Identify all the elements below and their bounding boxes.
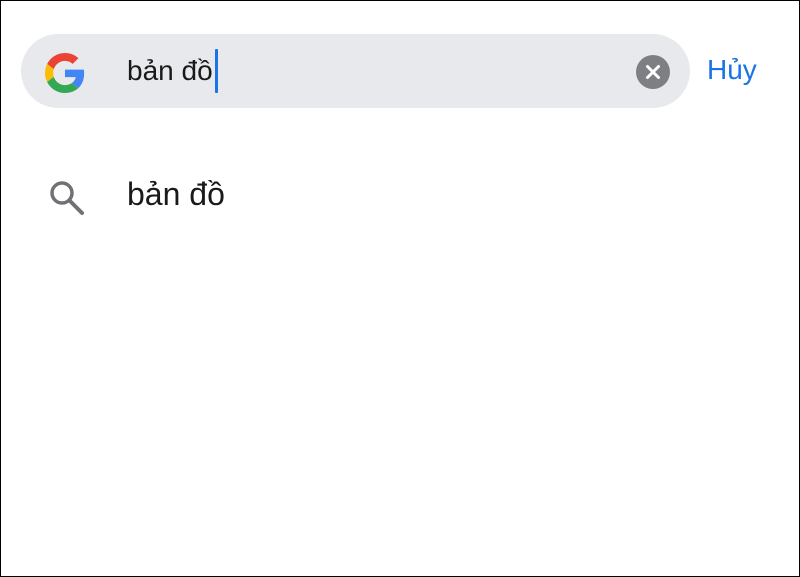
clear-x-icon [646,65,660,79]
google-g-icon [45,53,85,93]
search-icon [47,178,87,218]
clear-search-button[interactable] [636,55,670,89]
app-frame: bản đồ Hủy bản đồ [0,0,800,577]
search-input-value: bản đồ [127,55,213,86]
search-input[interactable]: bản đồ [127,48,218,94]
suggestion-item[interactable]: bản đồ [1,161,799,233]
suggestion-text: bản đồ [127,176,225,212]
cancel-button[interactable]: Hủy [707,54,757,86]
text-caret [214,49,218,93]
search-bar[interactable] [21,34,690,108]
